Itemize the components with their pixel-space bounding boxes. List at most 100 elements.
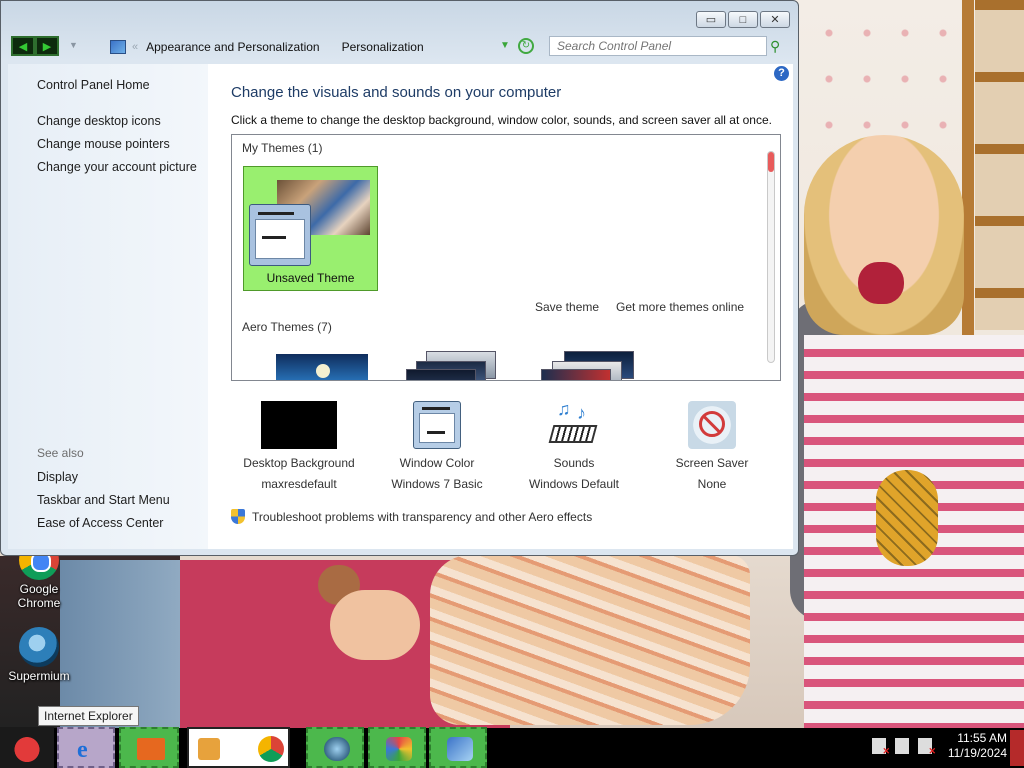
- taskbar-start-menu-link[interactable]: Taskbar and Start Menu: [37, 493, 170, 507]
- display-link[interactable]: Display: [37, 470, 78, 484]
- get-more-themes-link[interactable]: Get more themes online: [616, 300, 744, 314]
- sounds-option[interactable]: ♫ ♪ Sounds Windows Default: [524, 399, 624, 491]
- ease-of-access-link[interactable]: Ease of Access Center: [37, 516, 163, 530]
- preview-bar: [258, 212, 294, 215]
- option-label: Screen Saver: [675, 456, 749, 470]
- control-panel-home-link[interactable]: Control Panel Home: [37, 78, 150, 92]
- page-subtitle: Click a theme to change the desktop back…: [231, 113, 772, 127]
- refresh-icon[interactable]: ↻: [518, 38, 534, 54]
- breadcrumb-personalization[interactable]: Personalization: [342, 40, 424, 54]
- control-panel-icon: [447, 737, 473, 761]
- network-icon[interactable]: [895, 738, 909, 754]
- search-input[interactable]: [549, 36, 767, 56]
- action-center-icon[interactable]: [872, 738, 890, 757]
- preview-inner: [419, 413, 455, 443]
- breadcrumb: « Appearance and Personalization Persona…: [110, 36, 540, 58]
- music-note-icon: ♪: [577, 403, 586, 423]
- window-color-icon: [413, 401, 461, 449]
- help-icon[interactable]: ?: [774, 66, 789, 81]
- theme-window-preview: [249, 204, 311, 266]
- internet-explorer-icon: e: [77, 737, 88, 763]
- option-value: Windows 7 Basic: [391, 477, 483, 491]
- left-pane: Control Panel Home Change desktop icons …: [8, 64, 208, 549]
- window-color-option[interactable]: Window Color Windows 7 Basic: [387, 401, 487, 491]
- close-button[interactable]: ✕: [760, 11, 790, 28]
- option-label: Sounds: [553, 456, 595, 470]
- start-button[interactable]: [0, 727, 54, 768]
- taskbar-control-panel[interactable]: [429, 727, 487, 768]
- supermium-icon: [324, 737, 350, 761]
- theme-name: Unsaved Theme: [266, 271, 355, 285]
- my-themes-label: My Themes (1): [242, 141, 323, 155]
- thumb-layer: [406, 369, 476, 380]
- desktop-background-thumbnail: [261, 401, 337, 449]
- desktop-background-option[interactable]: Desktop Background maxresdefault: [240, 401, 358, 491]
- taskbar-tooltip: Internet Explorer: [38, 706, 139, 726]
- breadcrumb-appearance[interactable]: Appearance and Personalization: [146, 40, 319, 54]
- window-controls: ▭ □ ✕: [696, 11, 790, 28]
- taskbar-paint[interactable]: [368, 727, 426, 768]
- volume-icon[interactable]: [918, 738, 936, 757]
- taskbar-internet-explorer[interactable]: e: [57, 727, 115, 768]
- back-button[interactable]: ◀: [11, 36, 35, 56]
- sounds-icon: ♫ ♪: [548, 399, 599, 449]
- system-tray: [872, 738, 936, 757]
- piano-keys: [548, 425, 598, 443]
- taskbar-media-chrome-group[interactable]: [187, 727, 290, 768]
- troubleshoot-link[interactable]: Troubleshoot problems with transparency …: [231, 509, 592, 524]
- breadcrumb-overflow[interactable]: «: [132, 41, 138, 53]
- scrollbar-thumb[interactable]: [768, 152, 774, 172]
- change-desktop-icons-link[interactable]: Change desktop icons: [37, 114, 161, 128]
- search-icon[interactable]: ⚲: [770, 38, 786, 54]
- nav-buttons: ◀ ▶: [11, 36, 59, 56]
- option-label: Desktop Background: [243, 456, 355, 470]
- preview-bar: [262, 236, 286, 239]
- shield-icon: [231, 509, 245, 524]
- wallpaper-hand: [330, 590, 420, 660]
- maximize-button[interactable]: □: [728, 11, 758, 28]
- music-note-icon: ♫: [557, 399, 571, 419]
- desktop-icon-label: Google Chrome: [17, 582, 61, 610]
- aero-theme-thumbnail[interactable]: [406, 351, 501, 380]
- theme-list: My Themes (1) Unsaved Theme Save theme G…: [231, 134, 781, 381]
- wallpaper-money: [430, 555, 750, 725]
- address-dropdown-icon[interactable]: ▼: [500, 40, 510, 51]
- taskbar-clock[interactable]: 11:55 AM 11/19/2024: [945, 731, 1007, 761]
- wallpaper-pineapple: [876, 470, 938, 566]
- option-value: None: [697, 477, 727, 491]
- change-account-picture-link[interactable]: Change your account picture: [37, 160, 197, 174]
- paint-icon: [386, 737, 412, 761]
- recent-pages-dropdown[interactable]: ▼: [69, 40, 78, 50]
- aero-theme-thumbnail[interactable]: [541, 351, 637, 380]
- chrome-icon: [258, 736, 284, 762]
- preview-bar: [427, 431, 445, 434]
- theme-unsaved[interactable]: Unsaved Theme: [243, 166, 378, 291]
- minimize-button[interactable]: ▭: [696, 11, 726, 28]
- change-mouse-pointers-link[interactable]: Change mouse pointers: [37, 137, 170, 151]
- supermium-icon: [19, 627, 59, 667]
- screen-saver-icon: [688, 401, 736, 449]
- wallpaper-mouth: [858, 262, 904, 304]
- option-value: Windows Default: [528, 477, 620, 491]
- aero-themes-label: Aero Themes (7): [242, 320, 332, 334]
- screen-saver-option[interactable]: Screen Saver None: [662, 401, 762, 491]
- option-value: maxresdefault: [261, 477, 337, 491]
- clock-date: 11/19/2024: [947, 746, 1007, 760]
- save-theme-link[interactable]: Save theme: [535, 300, 599, 314]
- desktop-icon-label: Supermium: [8, 669, 70, 683]
- forward-button[interactable]: ▶: [35, 36, 59, 56]
- page-title: Change the visuals and sounds on your co…: [231, 84, 562, 101]
- clock-time: 11:55 AM: [957, 731, 1007, 745]
- option-label: Window Color: [399, 456, 475, 470]
- show-desktop-button[interactable]: [1010, 730, 1024, 766]
- taskbar-supermium[interactable]: [306, 727, 364, 768]
- thumb-layer: [541, 369, 611, 380]
- media-player-icon: [198, 738, 220, 760]
- preview-inner: [255, 219, 305, 259]
- control-panel-icon: [110, 40, 126, 54]
- desktop-icon-supermium[interactable]: Supermium: [1, 627, 77, 683]
- aero-theme-thumbnail[interactable]: [276, 354, 368, 380]
- wallpaper-ladder: [975, 0, 1024, 330]
- taskbar-file-explorer[interactable]: [119, 727, 179, 768]
- theme-list-scrollbar[interactable]: [767, 151, 775, 363]
